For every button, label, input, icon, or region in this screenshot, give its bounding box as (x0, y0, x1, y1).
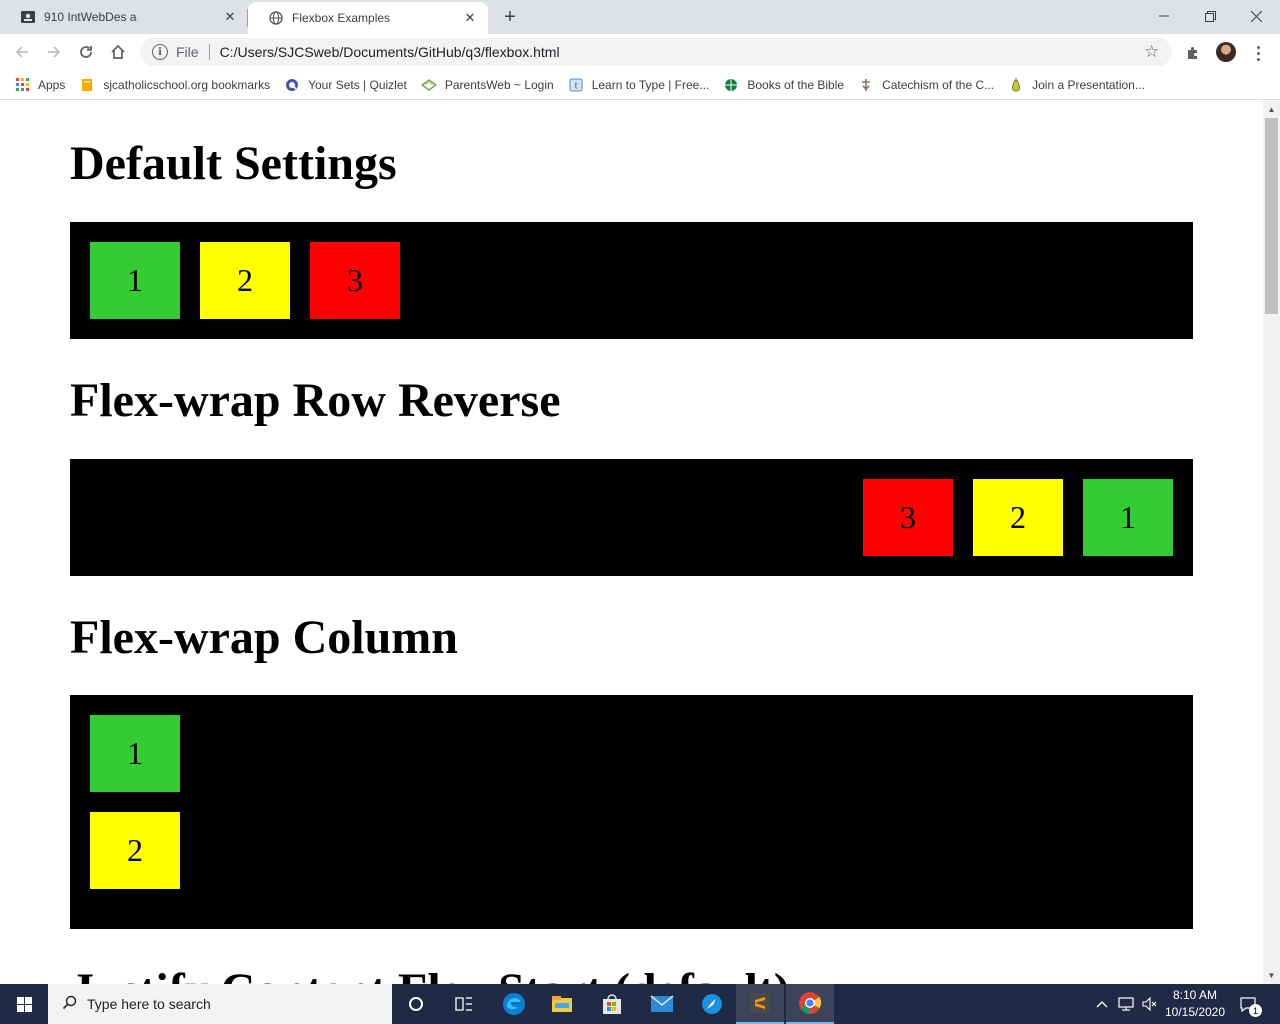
scrollbar-thumb[interactable] (1265, 118, 1278, 314)
apps-grid-icon (14, 77, 30, 93)
bookmark-quizlet[interactable]: Your Sets | Quizlet (284, 77, 407, 93)
minimize-icon[interactable] (1141, 0, 1187, 32)
sublime-text-icon[interactable] (736, 984, 784, 1024)
site-info-icon[interactable]: i (152, 44, 168, 60)
close-tab-icon[interactable]: ✕ (462, 10, 478, 26)
edge-icon[interactable] (490, 984, 538, 1024)
tab-title: Flexbox Examples (292, 11, 391, 25)
section-title-justify-content: Justify Content Flex Start (default) (70, 967, 790, 985)
flex-container-column: 1 2 (70, 695, 1193, 929)
clock-time: 8:10 AM (1172, 988, 1218, 1002)
bookmark-label: ParentsWeb ~ Login (444, 77, 554, 92)
volume-muted-icon[interactable] (1142, 984, 1158, 1024)
catechism-icon (858, 77, 874, 93)
profile-avatar[interactable] (1216, 42, 1236, 62)
bookmark-join-presentation[interactable]: Join a Presentation... (1008, 77, 1145, 93)
bookmark-star-icon[interactable]: ☆ (1144, 42, 1164, 62)
flex-item-3: 3 (310, 242, 400, 319)
home-icon[interactable] (106, 40, 130, 64)
globe-green-icon (723, 77, 739, 93)
close-tab-icon[interactable]: ✕ (222, 9, 238, 25)
notification-count-badge: 1 (1249, 1004, 1262, 1017)
restore-icon[interactable] (1187, 0, 1233, 32)
folder-icon (79, 77, 95, 93)
flex-container-default: 1 2 3 (70, 222, 1193, 339)
back-arrow-icon[interactable] (10, 40, 34, 64)
scheme-label: File (176, 44, 199, 60)
extensions-puzzle-icon[interactable] (1183, 43, 1203, 63)
section-title-column: Flex-wrap Column (70, 611, 458, 664)
tab-title: 910 IntWebDes a (44, 10, 137, 24)
safari-like-icon[interactable] (688, 984, 736, 1024)
bookmark-catechism[interactable]: Catechism of the C... (858, 77, 994, 93)
taskbar-search-box[interactable]: Type here to search (48, 984, 392, 1024)
address-bar[interactable]: i File C:/Users/SJCSweb/Documents/GitHub… (140, 38, 1172, 66)
pear-icon (1008, 77, 1024, 93)
bookmark-parentsweb[interactable]: ParentsWeb ~ Login (420, 77, 554, 93)
section-title-row-reverse: Flex-wrap Row Reverse (70, 374, 561, 427)
bookmark-label: Catechism of the C... (882, 77, 995, 92)
tab-classroom[interactable]: 910 IntWebDes a ✕ (0, 0, 248, 34)
globe-icon (268, 10, 284, 26)
bookmark-label: Learn to Type | Free... (591, 77, 710, 92)
parentsweb-icon (420, 77, 437, 93)
mail-icon[interactable] (638, 984, 686, 1024)
bookmark-books-of-the-bible[interactable]: Books of the Bible (723, 77, 844, 93)
browser-toolbar: i File C:/Users/SJCSweb/Documents/GitHub… (0, 34, 1280, 70)
flex-item-2: 2 (200, 242, 290, 319)
bookmark-label: Your Sets | Quizlet (308, 77, 407, 92)
bookmark-apps[interactable]: Apps (14, 77, 65, 93)
page-viewport: Default Settings 1 2 3 Flex-wrap Row Rev… (0, 101, 1263, 984)
bookmark-learn-to-type[interactable]: t Learn to Type | Free... (568, 77, 710, 93)
bookmark-label: Join a Presentation... (1032, 77, 1145, 92)
bookmark-label: Books of the Bible (747, 77, 845, 92)
address-divider (208, 44, 210, 60)
tab-flexbox-examples[interactable]: Flexbox Examples ✕ (248, 2, 488, 34)
bookmark-label: sjcatholicschool.org bookmarks (103, 77, 271, 92)
bookmark-sjcatholicschool[interactable]: sjcatholicschool.org bookmarks (79, 77, 270, 93)
reload-icon[interactable] (74, 40, 98, 64)
network-icon[interactable] (1118, 984, 1134, 1024)
action-center-icon[interactable]: 1 (1236, 992, 1262, 1017)
taskbar-search-placeholder: Type here to search (87, 996, 211, 1012)
file-explorer-icon[interactable] (538, 984, 586, 1024)
flex-item-1: 1 (90, 715, 180, 792)
quizlet-icon (284, 77, 300, 93)
typing-icon: t (568, 77, 584, 93)
section-title-default-settings: Default Settings (70, 137, 397, 190)
windows-taskbar: Type here to search 8:10 AM 10/15/2020 1 (0, 984, 1280, 1024)
menu-kebab-icon[interactable] (1248, 43, 1268, 63)
chrome-icon[interactable] (786, 984, 834, 1024)
tab-strip: 910 IntWebDes a ✕ Flexbox Examples ✕ + (0, 0, 1280, 34)
flex-container-row-reverse: 1 2 3 (70, 459, 1193, 576)
bookmarks-bar: Apps sjcatholicschool.org bookmarks Your… (0, 70, 1280, 100)
scroll-down-arrow-icon[interactable]: ▼ (1263, 967, 1280, 984)
search-icon (62, 995, 77, 1014)
show-hidden-icons-chevron-icon[interactable] (1096, 984, 1108, 1024)
scroll-up-arrow-icon[interactable]: ▲ (1263, 101, 1280, 118)
windows-start-icon[interactable] (0, 984, 48, 1024)
page-scrollbar[interactable]: ▲ ▼ (1263, 101, 1280, 984)
cortana-circle-icon[interactable] (392, 984, 440, 1024)
taskbar-clock[interactable]: 8:10 AM 10/15/2020 (1160, 987, 1230, 1021)
close-window-icon[interactable] (1233, 0, 1279, 32)
new-tab-button[interactable]: + (498, 5, 522, 29)
flex-item-2: 2 (90, 812, 180, 889)
flex-item-3: 3 (863, 479, 953, 556)
flex-item-1: 1 (90, 242, 180, 319)
url-text[interactable]: C:/Users/SJCSweb/Documents/GitHub/q3/fle… (220, 44, 1144, 60)
forward-arrow-icon[interactable] (42, 40, 66, 64)
classroom-icon (20, 9, 36, 25)
task-view-icon[interactable] (440, 984, 488, 1024)
flex-item-2: 2 (973, 479, 1063, 556)
flex-item-1: 1 (1083, 479, 1173, 556)
bookmark-label: Apps (38, 77, 66, 92)
store-icon[interactable] (588, 984, 636, 1024)
clock-date: 10/15/2020 (1164, 1005, 1226, 1019)
